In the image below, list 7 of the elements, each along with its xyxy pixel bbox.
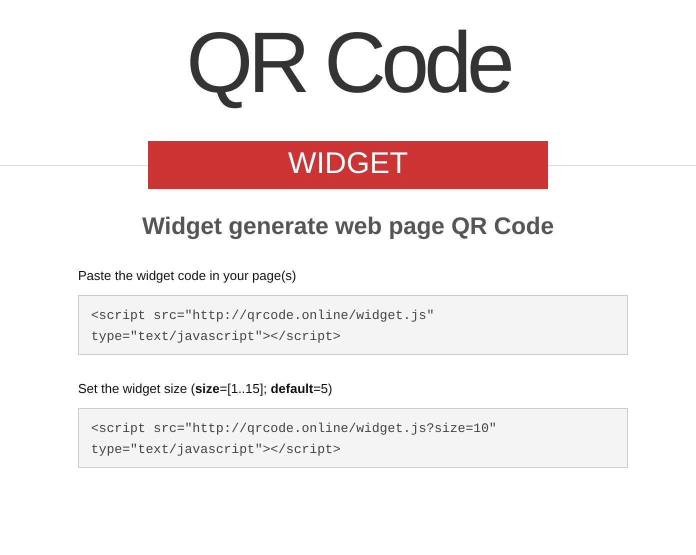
instruction-text: Paste the widget code in your page(s) [78,268,298,283]
page-title: QR Code [185,14,512,113]
code-snippet: <script src="http://qrcode.online/widget.js" type="text/javascript"></script> [78,295,628,355]
instruction-text: Set the widget size (size=[1..15]; default=5) [78,381,334,396]
widget-banner: WIDGET [148,141,548,189]
code-snippet: <script src="http://qrcode.online/widget.js?size=10" type="text/javascript"></script> [78,408,628,468]
section-heading: Widget generate web page QR Code [141,213,555,241]
